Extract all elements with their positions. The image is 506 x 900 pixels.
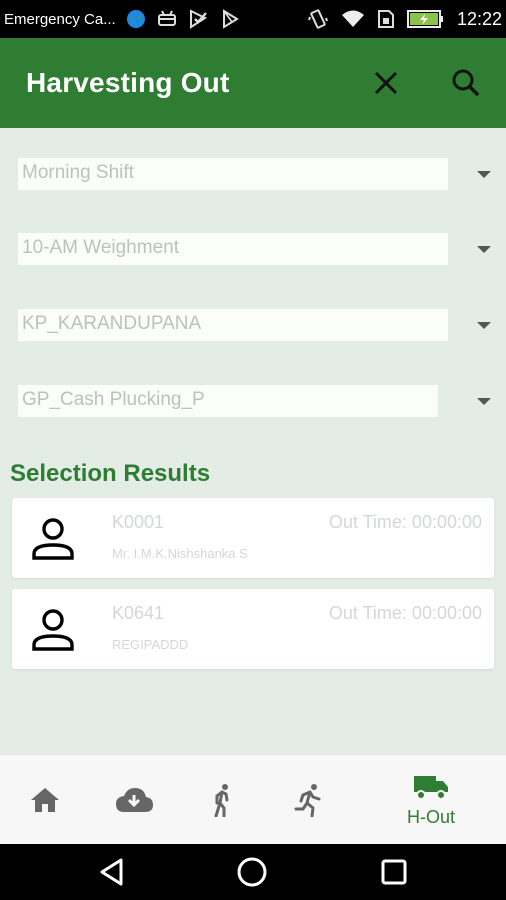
nav-walk[interactable] xyxy=(198,755,248,845)
truck-icon xyxy=(414,775,448,800)
sim-card-icon xyxy=(377,9,395,29)
plucking-type-value: GP_Cash Plucking_P xyxy=(22,389,205,410)
play-store-icon xyxy=(220,9,240,29)
estate-dropdown[interactable]: KP_KARANDUPANA xyxy=(18,309,492,343)
globe-icon xyxy=(126,9,146,29)
wifi-icon xyxy=(341,9,365,29)
system-navigation-bar xyxy=(0,844,506,900)
dropdown-arrow-icon[interactable] xyxy=(476,318,492,334)
status-time: 12:22 xyxy=(456,8,502,29)
employee-code: K0001 xyxy=(112,512,165,532)
close-icon xyxy=(374,71,398,95)
status-app-title: Emergency Ca... xyxy=(4,10,116,28)
page-title: Harvesting Out xyxy=(26,67,230,98)
result-card[interactable]: K0641 Out Time: 00:00:00 REGIPADDD xyxy=(12,589,494,669)
dropdown-arrow-icon[interactable] xyxy=(476,394,492,410)
app-bar: Harvesting Out xyxy=(0,38,506,128)
out-time: Out Time: 00:00:00 xyxy=(328,603,482,623)
result-card[interactable]: K0001 Out Time: 00:00:00 Mr. I.M.K.Nishs… xyxy=(12,498,494,578)
bottom-navigation: H-Out xyxy=(0,754,506,844)
run-icon xyxy=(294,784,321,817)
estate-value: KP_KARANDUPANA xyxy=(22,313,202,334)
battery-charging-icon xyxy=(406,9,445,29)
back-icon xyxy=(100,858,123,886)
search-button[interactable] xyxy=(448,65,484,101)
estate-field[interactable]: KP_KARANDUPANA xyxy=(18,309,448,341)
android-icon xyxy=(156,9,178,29)
employee-name: Mr. I.M.K.Nishshanka S xyxy=(112,546,248,561)
weighment-value: 10-AM Weighment xyxy=(22,237,179,258)
dropdown-arrow-icon[interactable] xyxy=(476,167,492,183)
home-button[interactable] xyxy=(236,856,268,888)
shift-dropdown[interactable]: Morning Shift xyxy=(18,158,492,192)
nav-h-out-label: H-Out xyxy=(406,806,455,827)
selection-results-title: Selection Results xyxy=(10,460,211,487)
nav-download[interactable] xyxy=(108,755,160,845)
walk-icon xyxy=(214,784,229,817)
out-time: Out Time: 00:00:00 xyxy=(328,512,482,532)
nav-home[interactable] xyxy=(20,755,70,845)
back-button[interactable] xyxy=(96,856,128,888)
shift-value: Morning Shift xyxy=(22,162,134,183)
weighment-dropdown[interactable]: 10-AM Weighment xyxy=(18,233,492,267)
home-icon xyxy=(31,788,59,812)
person-icon xyxy=(32,518,74,560)
nav-h-out[interactable]: H-Out xyxy=(396,755,466,845)
nav-run[interactable] xyxy=(284,755,334,845)
employee-name: REGIPADDD xyxy=(112,637,189,652)
recents-button[interactable] xyxy=(378,856,410,888)
plucking-type-dropdown[interactable]: GP_Cash Plucking_P xyxy=(18,385,492,419)
dropdown-arrow-icon[interactable] xyxy=(476,242,492,258)
home-circle-icon xyxy=(237,857,267,887)
employee-code: K0641 xyxy=(112,603,165,623)
person-icon xyxy=(32,609,74,651)
weighment-field[interactable]: 10-AM Weighment xyxy=(18,233,448,265)
cloud-download-icon xyxy=(116,788,153,812)
plucking-type-field[interactable]: GP_Cash Plucking_P xyxy=(18,385,438,417)
recents-icon xyxy=(381,859,407,885)
status-bar: Emergency Ca... 12:22 xyxy=(0,0,506,38)
shift-field[interactable]: Morning Shift xyxy=(18,158,448,190)
vibrate-icon xyxy=(307,8,329,30)
close-button[interactable] xyxy=(368,65,404,101)
search-icon xyxy=(452,69,480,97)
task-done-icon xyxy=(188,9,210,29)
